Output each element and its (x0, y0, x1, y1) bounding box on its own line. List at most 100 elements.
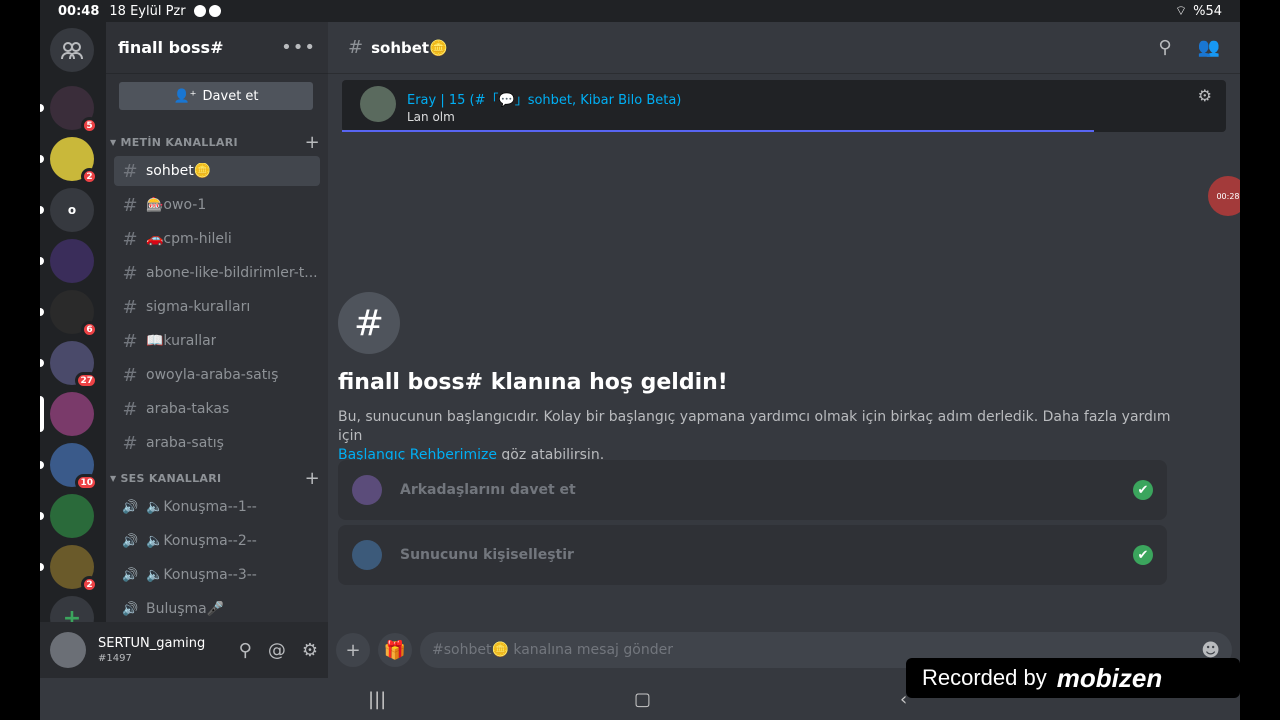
hash-icon: # (122, 228, 138, 250)
guild-icon[interactable]: 2 (50, 137, 98, 185)
unread-badge: 2 (81, 168, 98, 185)
channel-label: 🔈Konuşma--1-- (146, 499, 257, 515)
task-customize-server[interactable]: Sunucunu kişiselleştir ✔ (338, 525, 1167, 585)
guild-rail: 5 2 o 6 27 10 2 + (40, 22, 106, 640)
category-label: METİN KANALLARI (120, 135, 238, 149)
welcome-title: finall boss# klanına hoş geldin! (338, 370, 728, 395)
guild-icon[interactable]: 10 (50, 443, 98, 491)
notification-avatar (360, 86, 396, 122)
members-icon[interactable]: 👥 (1198, 37, 1220, 58)
gift-icon[interactable]: 🎁 (378, 633, 412, 667)
avatar[interactable] (50, 632, 86, 668)
more-options-icon[interactable]: ••• (281, 37, 316, 58)
channel-label: 🎰owo-1 (146, 197, 207, 213)
voice-channel[interactable]: 🔊 Buluşma🎤 (114, 594, 320, 624)
guild-icon[interactable]: 2 (50, 545, 98, 593)
guild-icon[interactable]: 6 (50, 290, 98, 338)
add-channel-icon[interactable]: + (305, 468, 320, 489)
check-icon: ✔ (1133, 545, 1153, 565)
add-channel-icon[interactable]: + (305, 132, 320, 153)
mention-icon[interactable]: @ (268, 640, 286, 661)
guild-icon[interactable] (50, 392, 94, 436)
text-channel[interactable]: # araba-satış (114, 428, 320, 458)
invite-button[interactable]: 👤⁺ Davet et (119, 82, 313, 110)
text-channel[interactable]: # 🎰owo-1 (114, 190, 320, 220)
notification-progress (342, 130, 1094, 132)
customize-server-icon (352, 540, 382, 570)
task-label: Arkadaşlarını davet et (400, 482, 576, 498)
unread-badge: 5 (81, 117, 98, 134)
user-tag: #1497 (98, 653, 132, 664)
channel-label: 🔈Konuşma--2-- (146, 533, 257, 549)
unread-pill (40, 206, 44, 214)
server-name: finall boss# (118, 38, 224, 57)
text-channel[interactable]: # sigma-kuralları (114, 292, 320, 322)
notification-icons (193, 5, 221, 17)
add-user-icon: 👤⁺ (173, 88, 197, 104)
category-voice-channels[interactable]: ▼ SES KANALLARI + (110, 468, 320, 489)
chat-header: # sohbet🪙 ⚲ 👥 (328, 22, 1240, 74)
category-text-channels[interactable]: ▼ METİN KANALLARI + (110, 132, 320, 153)
message-notification[interactable]: Eray | 15 (#「💬」sohbet, Kibar Bilo Beta) … (342, 80, 1226, 132)
wifi-icon: ⌔ (1174, 4, 1188, 19)
recording-time: 00:28 (1216, 191, 1240, 201)
voice-channel[interactable]: 🔊 🔈Konuşma--3-- (114, 560, 320, 590)
guild-icon[interactable]: 27 (50, 341, 98, 389)
text-channel[interactable]: # 📖kurallar (114, 326, 320, 356)
server-header[interactable]: finall boss# ••• (106, 22, 328, 74)
gear-icon[interactable]: ⚙ (1198, 86, 1212, 105)
user-panel: SERTUN_gaming #1497 ⚲ @ ⚙ (40, 622, 328, 678)
speaker-icon: 🔊 (122, 533, 139, 549)
task-invite-friends[interactable]: Arkadaşlarını davet et ✔ (338, 460, 1167, 520)
invite-label: Davet et (202, 88, 259, 104)
text-channel[interactable]: # sohbet🪙 (114, 156, 320, 186)
watermark-prefix: Recorded by (922, 665, 1047, 690)
unread-pill (40, 155, 44, 163)
hash-icon: # (122, 364, 138, 386)
hash-icon: # (122, 160, 138, 182)
channel-label: 🔈Konuşma--3-- (146, 567, 257, 583)
search-icon[interactable]: ⚲ (1158, 37, 1171, 58)
unread-pill (40, 563, 44, 571)
guild-icon[interactable]: o (50, 188, 94, 232)
guild-icon[interactable] (50, 239, 94, 283)
username: SERTUN_gaming (98, 636, 206, 651)
text-channel[interactable]: # 🚗cpm-hileli (114, 224, 320, 254)
notification-sender: Eray | 15 (#「💬」sohbet, Kibar Bilo Beta) (407, 93, 682, 108)
unread-pill (40, 308, 44, 316)
home-icon[interactable]: ▢ (634, 689, 651, 710)
hash-icon: # (122, 432, 138, 454)
channel-label: sohbet🪙 (146, 163, 212, 179)
attach-plus-icon[interactable]: + (336, 633, 370, 667)
direct-messages-icon[interactable] (50, 28, 94, 72)
voice-channel[interactable]: 🔊 🔈Konuşma--1-- (114, 492, 320, 522)
channel-label: araba-takas (146, 401, 230, 417)
status-date: 18 Eylül Pzr (109, 3, 186, 19)
voice-channel[interactable]: 🔊 🔈Konuşma--2-- (114, 526, 320, 556)
channel-sidebar: finall boss# ••• 👤⁺ Davet et ▼ METİN KAN… (106, 22, 328, 622)
text-channel[interactable]: # araba-takas (114, 394, 320, 424)
unread-badge: 10 (75, 474, 98, 491)
invite-friends-icon (352, 475, 382, 505)
recording-bubble[interactable]: 00:28 (1208, 176, 1240, 216)
speaker-icon: 🔊 (122, 567, 139, 583)
text-channel[interactable]: # abone-like-bildirimler-t... (114, 258, 320, 288)
notification-message: Lan olm (407, 110, 455, 124)
guild-icon[interactable]: 5 (50, 86, 98, 134)
speaker-icon: 🔊 (122, 601, 139, 617)
channel-label: 📖kurallar (146, 333, 217, 349)
search-user-icon[interactable]: ⚲ (239, 640, 252, 661)
hash-icon: # (122, 194, 138, 216)
guild-icon[interactable] (50, 494, 94, 538)
text-channel[interactable]: # owoyla-araba-satış (114, 360, 320, 390)
channel-label: abone-like-bildirimler-t... (146, 265, 318, 281)
settings-gear-icon[interactable]: ⚙ (302, 640, 318, 661)
status-bar: 00:48 18 Eylül Pzr ⌔ %54 (40, 0, 1240, 22)
channel-hash-icon: # (338, 292, 400, 354)
unread-badge: 6 (81, 321, 98, 338)
unread-badge: 2 (81, 576, 98, 593)
check-icon: ✔ (1133, 480, 1153, 500)
battery-level: %54 (1193, 3, 1222, 19)
recents-icon[interactable]: ||| (368, 689, 386, 710)
channel-label: araba-satış (146, 435, 224, 451)
